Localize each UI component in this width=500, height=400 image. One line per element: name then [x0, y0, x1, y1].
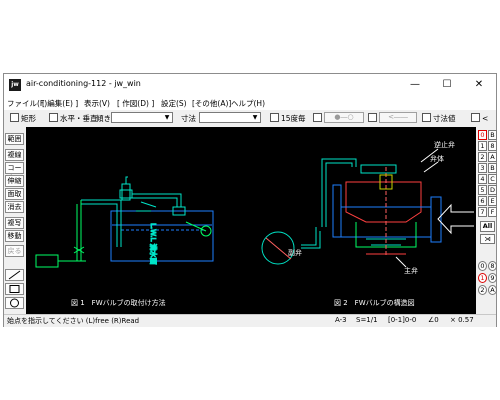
- layer-button-5[interactable]: 5: [478, 185, 487, 195]
- layer-button-2[interactable]: 2: [478, 152, 487, 162]
- flow-arrow-icon: [437, 203, 474, 235]
- layer-button-1[interactable]: 1: [478, 141, 487, 151]
- layer-group-button-0[interactable]: 0: [478, 130, 487, 140]
- hv-label: 水平・垂直: [60, 114, 98, 123]
- group-button-a[interactable]: A: [488, 285, 497, 295]
- minimize-button[interactable]: —: [402, 77, 428, 93]
- angle-display[interactable]: ∠0: [428, 316, 439, 324]
- slope-label: 傾き: [96, 114, 111, 123]
- drawing-canvas[interactable]: L.W.L 満水面 図 1 FWバルブの取付け方法 逆止弁 弁体 主弁 副弁 図…: [26, 127, 476, 314]
- menu-edit[interactable]: [ 編集(E) ]: [42, 98, 78, 109]
- layer-swap-icon[interactable]: ⋊: [480, 234, 495, 244]
- deg15-label: 15度毎: [281, 114, 306, 123]
- corner-tool-button[interactable]: コーナー: [5, 162, 24, 182]
- dim-value-checkbox[interactable]: 寸法値: [422, 113, 456, 124]
- undo-button[interactable]: 戻る: [5, 245, 24, 257]
- group-button-8[interactable]: 8: [488, 261, 497, 271]
- paper-size[interactable]: A-3: [335, 316, 347, 324]
- status-bar: 始点を指示してください (L)free (R)Read A-3 S=1/1 [0…: [4, 314, 496, 327]
- menu-view[interactable]: 表示(V): [84, 98, 110, 109]
- main-valve-label: 主弁: [404, 266, 418, 275]
- dim-combo[interactable]: ▼: [199, 112, 261, 123]
- layer-button-6[interactable]: 6: [478, 196, 487, 206]
- arrow-style-button-1[interactable]: ●―○: [324, 112, 364, 123]
- water-level-label: L.W.L 満水面: [149, 223, 158, 265]
- group-button-9[interactable]: 9: [488, 273, 497, 283]
- title-bar: jw air-conditioning-112 - jw_win — ☐ ✕: [4, 74, 496, 96]
- fig2-caption: 図 2 FWバルブの構造図: [334, 298, 415, 307]
- layer-button-f[interactable]: F: [488, 207, 497, 217]
- layer-button-3[interactable]: 3: [478, 163, 487, 173]
- sub-valve-label: 副弁: [288, 248, 302, 257]
- erase-tool-button[interactable]: 消去: [5, 201, 24, 213]
- offset-tool-button[interactable]: 複線: [5, 149, 24, 161]
- layer-button-b2[interactable]: B: [488, 163, 497, 173]
- layer-button-a[interactable]: A: [488, 152, 497, 162]
- menu-settings[interactable]: 設定(S): [161, 98, 187, 109]
- layer-display[interactable]: [0-1]0-0: [388, 316, 416, 324]
- arrow-style-button-2[interactable]: <――: [379, 112, 417, 123]
- group-button-1[interactable]: 1: [478, 273, 487, 283]
- chevron-down-icon: ▼: [252, 114, 258, 121]
- scale-display[interactable]: S=1/1: [356, 316, 378, 324]
- window-title: air-conditioning-112 - jw_win: [26, 79, 141, 88]
- chamfer-tool-button[interactable]: 面取: [5, 188, 24, 200]
- status-prompt: 始点を指示してください (L)free (R)Read: [7, 317, 140, 325]
- extend-tool-button[interactable]: 伸縮: [5, 175, 24, 187]
- menu-other[interactable]: [その他(A)]: [192, 98, 231, 109]
- left-tool-panel: 範囲 複線 コーナー 伸縮 面取 消去 複写 移動 戻る: [4, 127, 25, 314]
- maximize-button[interactable]: ☐: [434, 77, 460, 93]
- arrow1-checkbox[interactable]: [313, 113, 324, 123]
- menu-help[interactable]: ヘルプ(H): [231, 98, 265, 109]
- lt-label: <: [482, 114, 489, 123]
- dim-label: 寸法: [181, 114, 196, 123]
- fig1-drawing: L.W.L 満水面: [35, 176, 214, 268]
- property-toolbar: 矩形 水平・垂直 傾き ▼ 寸法 ▼ 15度毎 ●―○ <―― 寸法値 <: [4, 110, 496, 126]
- hv-checkbox[interactable]: 水平・垂直: [49, 113, 98, 124]
- layer-group-button-b[interactable]: B: [488, 130, 497, 140]
- range-tool-button[interactable]: 範囲: [5, 133, 24, 145]
- menu-draw[interactable]: [ 作図(D) ]: [117, 98, 154, 109]
- layer-button-7[interactable]: 7: [478, 207, 487, 217]
- stop-valve-label: 逆止弁: [434, 140, 455, 149]
- right-layer-panel: 0 B 1 8 2 A 3 B 4 C 5 D 6 E 7 F All ⋊ 0 …: [477, 127, 498, 314]
- line-tool-icon[interactable]: [5, 269, 24, 281]
- rect-label: 矩形: [21, 114, 36, 123]
- lt-checkbox[interactable]: <: [471, 113, 488, 123]
- move-tool-button[interactable]: 移動: [5, 230, 24, 242]
- all-layers-button[interactable]: All: [480, 221, 495, 232]
- fig1-caption: 図 1 FWバルブの取付け方法: [71, 298, 166, 307]
- layer-button-8[interactable]: 8: [488, 141, 497, 151]
- group-button-2[interactable]: 2: [478, 285, 487, 295]
- layer-button-4[interactable]: 4: [478, 174, 487, 184]
- zoom-display[interactable]: × 0.57: [450, 316, 474, 324]
- float-label: 弁体: [430, 154, 444, 163]
- layer-button-c[interactable]: C: [488, 174, 497, 184]
- menu-bar: ファイル(F) [ 編集(E) ] 表示(V) [ 作図(D) ] 設定(S) …: [4, 96, 496, 110]
- group-button-0[interactable]: 0: [478, 261, 487, 271]
- layer-button-d[interactable]: D: [488, 185, 497, 195]
- dim-value-label: 寸法値: [433, 114, 456, 123]
- cad-drawing: L.W.L 満水面 図 1 FWバルブの取付け方法 逆止弁 弁体 主弁 副弁 図…: [35, 140, 474, 307]
- chevron-down-icon: ▼: [164, 114, 170, 121]
- rect-checkbox[interactable]: 矩形: [10, 113, 36, 124]
- slope-combo[interactable]: ▼: [111, 112, 173, 123]
- layer-button-e[interactable]: E: [488, 196, 497, 206]
- close-button[interactable]: ✕: [466, 77, 492, 93]
- circle-tool-icon[interactable]: [5, 297, 24, 309]
- rectangle-tool-icon[interactable]: [5, 283, 24, 295]
- copy-tool-button[interactable]: 複写: [5, 217, 24, 229]
- deg15-checkbox[interactable]: 15度毎: [270, 113, 306, 124]
- cad-window: jw air-conditioning-112 - jw_win — ☐ ✕ フ…: [3, 73, 497, 327]
- app-icon: jw: [9, 79, 21, 91]
- arrow2-checkbox[interactable]: [368, 113, 379, 123]
